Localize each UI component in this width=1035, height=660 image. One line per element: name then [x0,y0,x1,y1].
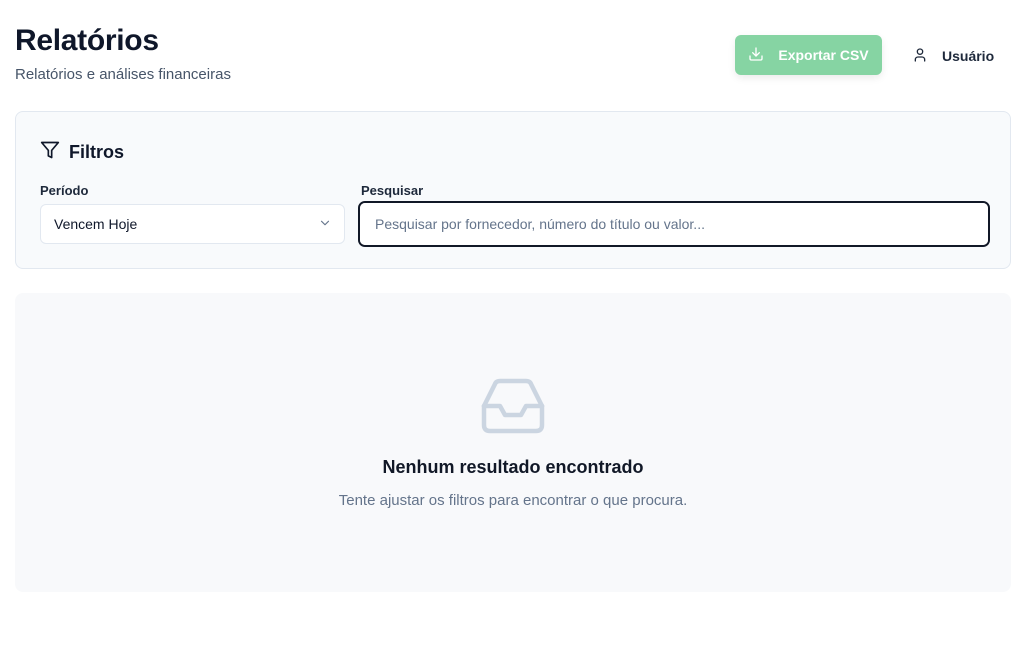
filter-icon [40,140,60,165]
export-csv-label: Exportar CSV [778,47,869,63]
period-label: Período [40,183,89,198]
search-label: Pesquisar [361,183,424,198]
filters-card: Filtros Período Vencem Hoje Pesquisar [15,111,1011,269]
export-csv-button[interactable]: Exportar CSV [735,35,882,75]
period-select[interactable]: Vencem Hoje [40,204,345,244]
user-label: Usuário [942,48,995,64]
user-menu-button[interactable]: Usuário [912,45,994,67]
filters-title: Filtros [69,142,125,162]
page-title: Relatórios [15,24,159,57]
page-subtitle: Relatórios e análises financeiras [15,66,231,83]
empty-state: Nenhum resultado encontrado Tente ajusta… [15,293,1011,592]
inbox-icon [481,378,545,434]
search-input[interactable] [358,201,990,247]
empty-state-title: Nenhum resultado encontrado [382,457,644,477]
download-icon [748,46,764,65]
user-icon [912,47,928,66]
filters-header: Filtros [40,140,124,165]
period-selected-value: Vencem Hoje [54,216,138,232]
empty-state-description: Tente ajustar os filtros para encontrar … [338,492,688,509]
chevron-down-icon [318,216,332,233]
